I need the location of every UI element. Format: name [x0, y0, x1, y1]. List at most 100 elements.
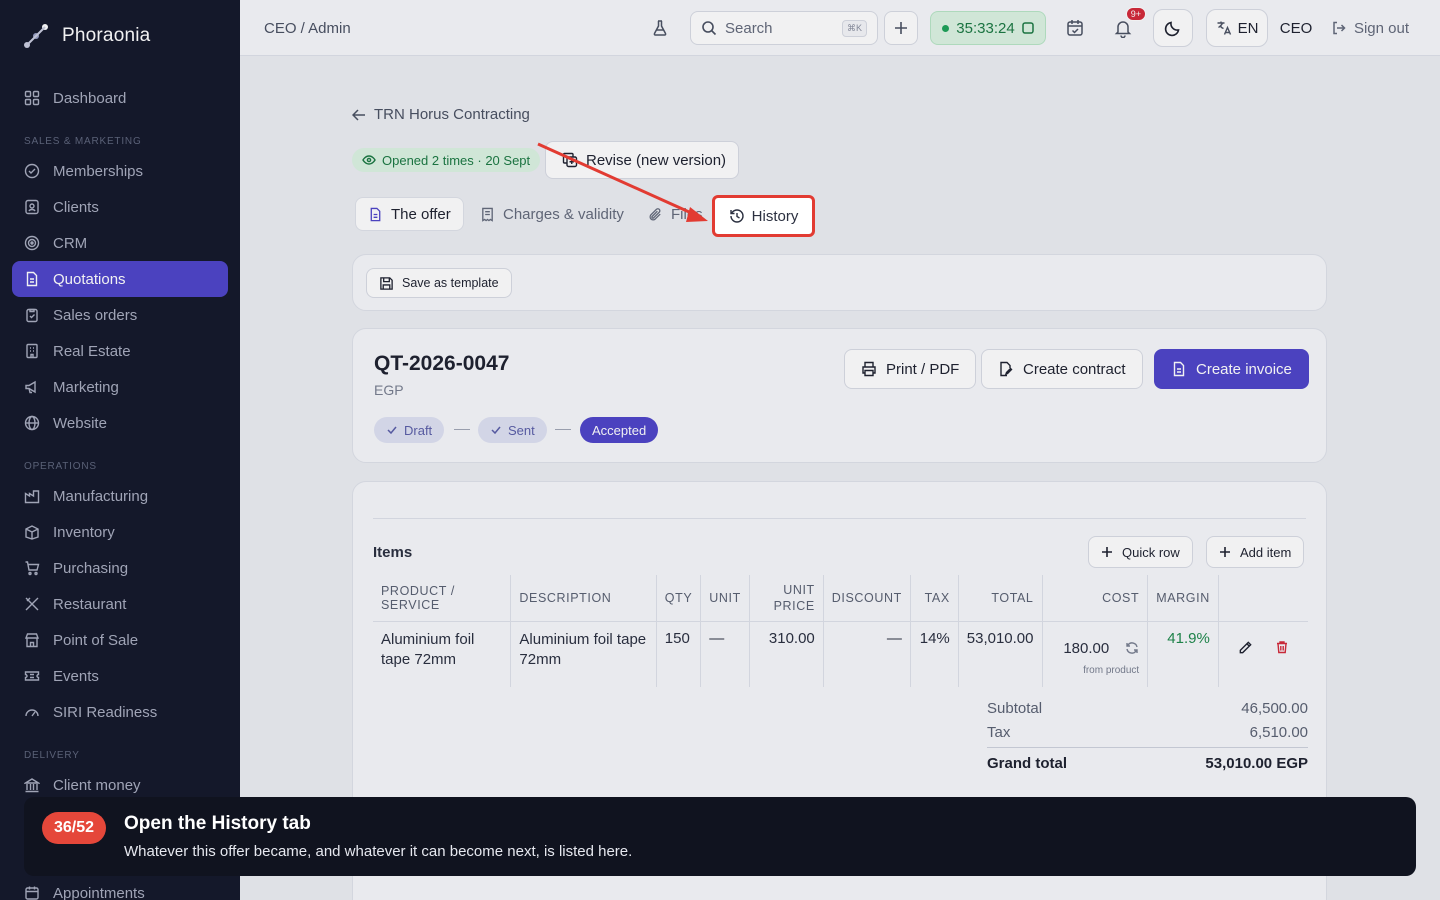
sidebar-item-crm[interactable]: CRM [12, 225, 228, 261]
contract-label: Create contract [1023, 360, 1126, 378]
sidebar-item-label: Marketing [53, 378, 119, 396]
status-connector [555, 429, 571, 430]
tour-pointer-arrow [537, 142, 708, 222]
search-input[interactable]: Search ⌘K [690, 11, 878, 45]
status-step-draft: Draft [374, 417, 445, 443]
column-header: DISCOUNT [823, 575, 911, 622]
sidebar-item-quotations[interactable]: Quotations [12, 261, 228, 297]
items-title: Items [373, 544, 413, 561]
column-header: UNIT [700, 575, 750, 622]
sidebar-item-marketing[interactable]: Marketing [12, 369, 228, 405]
ticket-icon [24, 671, 40, 681]
cell-discount[interactable]: — [823, 621, 911, 687]
sidebar-item-label: Client money [53, 776, 141, 794]
cell-unit[interactable]: — [700, 621, 750, 687]
print-label: Print / PDF [886, 360, 960, 378]
lab-flask-button[interactable] [646, 11, 674, 45]
print-pdf-button[interactable]: Print / PDF [844, 349, 977, 389]
document-icon [26, 271, 38, 287]
sidebar-item-dashboard[interactable]: Dashboard [12, 80, 228, 116]
arrow-left-icon [352, 108, 365, 121]
sidebar-item-point-of-sale[interactable]: Point of Sale [12, 622, 228, 658]
create-invoice-button[interactable]: Create invoice [1154, 349, 1309, 389]
cell-tax[interactable]: 14% [910, 621, 959, 687]
sidebar-item-label: Inventory [53, 523, 115, 541]
column-header: COST [1042, 575, 1149, 622]
language-switcher[interactable]: EN [1206, 9, 1268, 47]
tab-label: The offer [391, 205, 451, 223]
back-label: TRN Horus Contracting [374, 106, 530, 123]
contact-icon [25, 199, 39, 215]
sidebar-item-website[interactable]: Website [12, 405, 228, 441]
timer-running-dot [942, 24, 950, 32]
sign-out-button[interactable]: Sign out [1330, 11, 1410, 45]
quick-add-button[interactable] [884, 11, 918, 45]
invoice-label: Create invoice [1196, 360, 1292, 378]
table-row[interactable]: Aluminium foil tape 72mm Aluminium foil … [373, 621, 1308, 687]
section-delivery: DELIVERY [24, 750, 80, 761]
inventory-icon [25, 525, 39, 540]
gauge-icon [25, 709, 39, 717]
sidebar-item-sales-orders[interactable]: Sales orders [12, 297, 228, 333]
subtotal-row: Subtotal 46,500.00 [987, 700, 1308, 717]
sidebar-item-events[interactable]: Events [12, 658, 228, 694]
sidebar-item-siri-readiness[interactable]: SIRI Readiness [12, 694, 228, 730]
search-icon [702, 21, 717, 36]
add-item-button[interactable]: Add item [1206, 536, 1305, 568]
role-indicator[interactable]: CEO [1276, 11, 1316, 45]
sidebar-item-memberships[interactable]: Memberships [12, 153, 228, 189]
tour-description: Whatever this offer became, and whatever… [124, 843, 633, 860]
dashboard-icon [24, 90, 40, 106]
translate-icon [1217, 21, 1231, 35]
calendar-check-icon [1067, 20, 1083, 36]
theme-toggle[interactable] [1153, 9, 1193, 47]
grand-total-row: Grand total 53,010.00 EGP [987, 755, 1308, 772]
cell-unit-price[interactable]: 310.00 [749, 621, 824, 687]
cell-description[interactable]: Aluminium foil tape 72mm [510, 621, 657, 687]
template-toolbar: Save as template [352, 254, 1327, 311]
calendar-icon [25, 886, 39, 900]
cell-product[interactable]: Aluminium foil tape 72mm [373, 621, 512, 687]
column-header: UNIT PRICE [749, 575, 824, 622]
cell-cost[interactable]: 180.00 from product [1042, 621, 1149, 687]
language-code: EN [1237, 19, 1259, 37]
notifications-button[interactable]: 9+ [1108, 7, 1146, 45]
calendar-button[interactable] [1060, 11, 1090, 45]
tab-bar: The offer Charges & validity Files [352, 193, 1327, 237]
trash-icon[interactable] [1275, 640, 1289, 654]
save-template-button[interactable]: Save as template [366, 268, 512, 298]
tab-history[interactable]: History [712, 195, 815, 237]
app-logo[interactable]: Phoraonia [22, 22, 150, 50]
subtotal-label: Subtotal [987, 700, 1043, 717]
work-timer[interactable]: 35:33:24 [930, 11, 1046, 45]
sidebar-item-manufacturing[interactable]: Manufacturing [12, 478, 228, 514]
cost-value: 180.00 [1063, 639, 1110, 657]
check-icon [491, 426, 501, 435]
breadcrumb: CEO / Admin [264, 20, 351, 37]
sidebar-item-real-estate[interactable]: Real Estate [12, 333, 228, 369]
save-icon [380, 276, 393, 290]
sidebar-item-restaurant[interactable]: Restaurant [12, 586, 228, 622]
timer-value: 35:33:24 [956, 19, 1015, 37]
refresh-icon[interactable] [1125, 641, 1139, 655]
tab-the-offer[interactable]: The offer [355, 197, 464, 231]
sign-out-label: Sign out [1353, 19, 1410, 37]
sidebar-item-purchasing[interactable]: Purchasing [12, 550, 228, 586]
sidebar-item-inventory[interactable]: Inventory [12, 514, 228, 550]
sidebar-item-clients[interactable]: Clients [12, 189, 228, 225]
pencil-icon[interactable] [1238, 640, 1253, 655]
sidebar-item-appointments[interactable]: Appointments [12, 875, 228, 900]
sidebar-item-label: CRM [53, 234, 88, 252]
column-header: TOTAL [958, 575, 1043, 622]
sidebar-item-label: Appointments [53, 884, 145, 900]
back-link[interactable]: TRN Horus Contracting [352, 106, 530, 123]
status-step-label: Sent [508, 422, 535, 438]
quote-currency: EGP [374, 382, 404, 398]
quick-row-button[interactable]: Quick row [1088, 536, 1193, 568]
create-contract-button[interactable]: Create contract [981, 349, 1143, 389]
grand-total-label: Grand total [987, 755, 1068, 772]
opened-status-pill: Opened 2 times · 20 Sept [352, 148, 541, 172]
column-header: TAX [910, 575, 959, 622]
cell-qty[interactable]: 150 [656, 621, 702, 687]
stop-icon[interactable] [1021, 22, 1034, 34]
